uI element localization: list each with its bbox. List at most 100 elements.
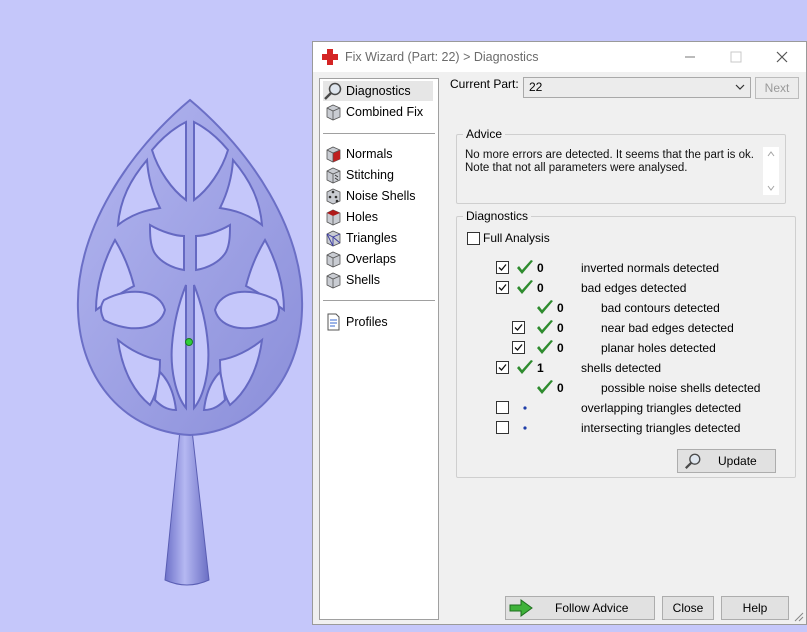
diagnostic-label: bad edges detected	[581, 281, 687, 295]
diagnostic-label: intersecting triangles detected	[581, 421, 741, 435]
resize-grip-icon[interactable]	[792, 610, 804, 622]
current-part-label: Current Part:	[450, 77, 519, 91]
diagnostic-label: shells detected	[581, 361, 662, 375]
green-check-icon	[517, 260, 533, 274]
minimize-button[interactable]	[668, 42, 712, 72]
diagnostic-label: planar holes detected	[601, 341, 716, 355]
nav-item-triangles[interactable]: Triangles	[323, 228, 433, 248]
3d-viewport[interactable]	[0, 0, 312, 632]
diagnostic-count: 0	[537, 261, 544, 275]
title-bar[interactable]: Fix Wizard (Part: 22) > Diagnostics	[313, 42, 806, 72]
nav-item-label: Profiles	[346, 315, 388, 329]
close-button[interactable]: Close	[662, 596, 714, 620]
nav-item-holes[interactable]: Holes	[323, 207, 433, 227]
nav-item-diagnostics[interactable]: Diagnostics	[323, 81, 433, 101]
nav-item-stitching[interactable]: Stitching	[323, 165, 433, 185]
scroll-down-icon[interactable]	[766, 183, 776, 193]
triangles-cube-icon	[326, 230, 341, 247]
nav-item-label: Triangles	[346, 231, 397, 245]
follow-advice-label: Follow Advice	[555, 601, 629, 615]
update-button[interactable]: Update	[677, 449, 776, 473]
diagnostic-checkbox[interactable]	[496, 401, 509, 414]
diagnostic-count: 0	[557, 381, 564, 395]
shells-cube-icon	[326, 272, 341, 289]
nav-item-profiles[interactable]: Profiles	[323, 312, 433, 332]
diagnostic-checkbox[interactable]	[496, 421, 509, 434]
nav-item-label: Stitching	[346, 168, 394, 182]
maximize-button[interactable]	[714, 42, 758, 72]
green-check-icon	[537, 340, 553, 354]
advice-scrollbar[interactable]	[763, 147, 779, 195]
magnifier-icon	[324, 82, 342, 100]
arrow-right-icon	[509, 599, 533, 617]
diagnostic-count: 1	[537, 361, 544, 375]
nav-item-normals[interactable]: Normals	[323, 144, 433, 164]
help-button[interactable]: Help	[721, 596, 789, 620]
diagnostics-group: Diagnostics Full Analysis 0 inverted norm…	[456, 209, 796, 478]
maximize-icon	[730, 51, 742, 63]
diagnostic-row: 0 planar holes detected	[457, 339, 777, 357]
pending-dot-icon	[523, 406, 527, 410]
full-analysis-checkbox[interactable]	[467, 231, 480, 245]
diagnostic-row: 0 bad edges detected	[457, 279, 777, 297]
chevron-down-icon	[735, 84, 745, 90]
close-window-button[interactable]	[760, 42, 804, 72]
diagnostic-checkbox[interactable]	[496, 261, 509, 274]
scroll-up-icon[interactable]	[766, 149, 776, 159]
diagnostic-row: 0 bad contours detected	[457, 299, 777, 317]
nav-item-label: Diagnostics	[346, 84, 411, 98]
diagnostic-label: bad contours detected	[601, 301, 720, 315]
fix-wizard-dialog: Fix Wizard (Part: 22) > Diagnostics Diag…	[312, 41, 807, 625]
diagnostic-checkbox[interactable]	[496, 361, 509, 374]
nav-item-noise-shells[interactable]: Noise Shells	[323, 186, 433, 206]
diagnostic-count: 0	[557, 341, 564, 355]
diagnostic-checkbox[interactable]	[496, 281, 509, 294]
cube-icon	[326, 104, 341, 121]
diagnostic-count: 0	[557, 301, 564, 315]
noise-shells-cube-icon	[326, 188, 341, 205]
minimize-icon	[685, 56, 695, 58]
advice-text: No more errors are detected. It seems th…	[465, 149, 763, 197]
nav-item-label: Shells	[346, 273, 381, 287]
advice-line-1: No more errors are detected. It seems th…	[465, 149, 754, 161]
nav-item-label: Holes	[346, 210, 378, 224]
green-check-icon	[537, 380, 553, 394]
diagnostic-row: 1 shells detected	[457, 359, 777, 377]
nav-item-label: Combined Fix	[346, 105, 424, 119]
holes-cube-icon	[326, 209, 341, 226]
nav-item-label: Noise Shells	[346, 189, 416, 203]
magnifier-icon	[685, 453, 701, 469]
full-analysis-label: Full Analysis	[483, 231, 550, 245]
diagnostic-label: inverted normals detected	[581, 261, 720, 275]
next-button[interactable]: Next	[755, 77, 799, 99]
nav-separator	[323, 300, 435, 301]
follow-advice-button[interactable]: Follow Advice	[505, 596, 655, 620]
diagnostic-row: 0 near bad edges detected	[457, 319, 777, 337]
diagnostic-checkbox[interactable]	[512, 321, 525, 334]
wizard-navigation-panel: Diagnostics Combined Fix Normals Stitchi…	[319, 78, 439, 620]
red-cross-icon	[322, 49, 338, 65]
diagnostic-row: overlapping triangles detected	[457, 399, 777, 417]
diagnostic-row: intersecting triangles detected	[457, 419, 777, 437]
diagnostic-count: 0	[557, 321, 564, 335]
nav-item-combined-fix[interactable]: Combined Fix	[323, 102, 433, 122]
diagnostic-checkbox[interactable]	[512, 341, 525, 354]
nav-item-shells[interactable]: Shells	[323, 270, 433, 290]
nav-item-label: Normals	[346, 147, 393, 161]
stitching-cube-icon	[326, 167, 341, 184]
diagnostic-row: 0 possible noise shells detected	[457, 379, 777, 397]
green-check-icon	[517, 360, 533, 374]
advice-line-2: Note that not all parameters were analys…	[465, 162, 688, 174]
green-check-icon	[517, 280, 533, 294]
document-icon	[327, 313, 340, 331]
green-check-icon	[537, 320, 553, 334]
normals-cube-icon	[326, 146, 341, 163]
nav-item-overlaps[interactable]: Overlaps	[323, 249, 433, 269]
current-part-select[interactable]: 22	[523, 77, 751, 98]
diagnostic-count: 0	[537, 281, 544, 295]
model-render	[76, 98, 304, 586]
full-analysis-option[interactable]: Full Analysis	[467, 231, 550, 245]
current-part-value: 22	[529, 80, 543, 94]
diagnostic-label: possible noise shells detected	[601, 381, 761, 395]
diagnostics-title: Diagnostics	[463, 209, 532, 223]
